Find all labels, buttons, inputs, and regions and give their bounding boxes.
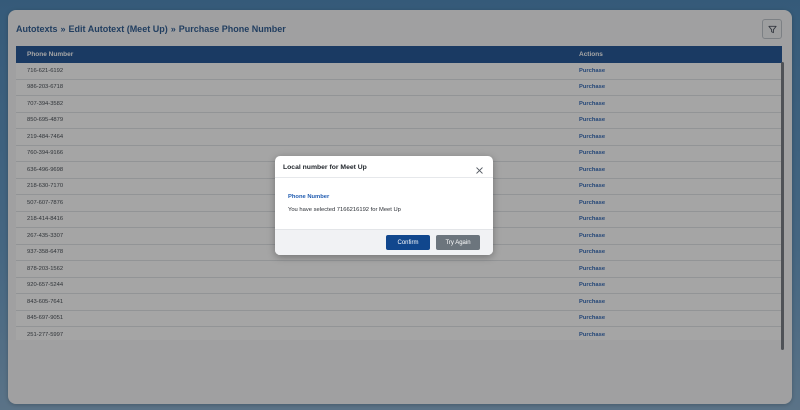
selection-message: You have selected 7166216192 for Meet Up	[288, 207, 401, 213]
modal-footer: Confirm Try Again	[275, 229, 493, 255]
confirm-number-modal: Local number for Meet Up Phone Number Yo…	[275, 156, 493, 255]
modal-title: Local number for Meet Up	[283, 164, 367, 171]
close-icon	[476, 167, 483, 174]
confirm-button[interactable]: Confirm	[386, 235, 430, 250]
close-button[interactable]	[475, 162, 484, 174]
modal-body: Phone Number You have selected 716621619…	[275, 177, 493, 230]
try-again-button[interactable]: Try Again	[436, 235, 480, 250]
phone-number-label: Phone Number	[288, 194, 330, 200]
